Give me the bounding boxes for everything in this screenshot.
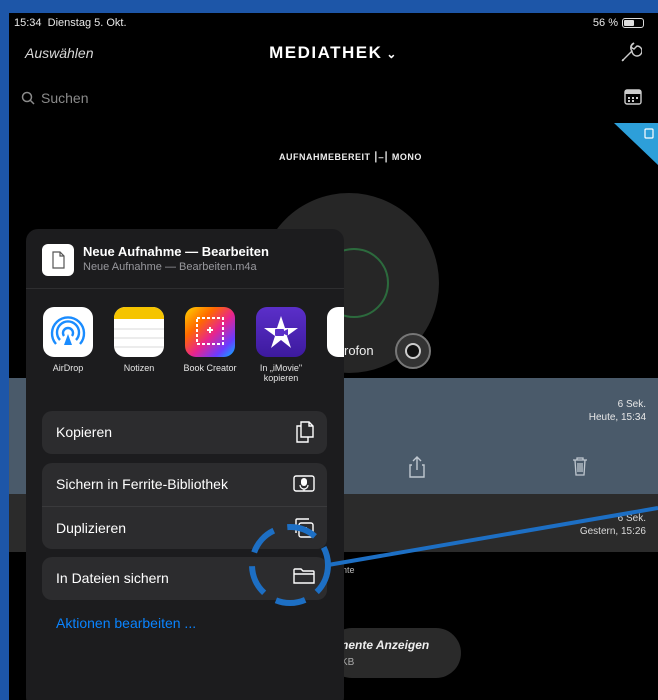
action-copy[interactable]: Kopieren <box>42 411 327 454</box>
notes-icon <box>114 307 164 357</box>
recording-meta: 6 Sek. Gestern, 15:26 <box>579 513 646 537</box>
action-label: Kopieren <box>56 424 113 440</box>
status-time: 15:34 Dienstag 5. Okt. <box>14 17 127 29</box>
show-all-label: nente Anzeigen <box>341 638 430 652</box>
corner-badge-icon[interactable] <box>614 121 658 165</box>
share-app-label: Notizen <box>123 363 155 373</box>
status-bar: 15:34 Dienstag 5. Okt. 56 % <box>9 13 658 33</box>
imovie-icon <box>256 307 306 357</box>
battery-indicator: 56 % <box>593 17 644 29</box>
share-app-notes[interactable]: Notizen <box>106 307 172 373</box>
chevron-down-icon: ⌄ <box>386 47 398 61</box>
nav-bar: Auswählen MEDIATHEK ⌄ <box>9 35 658 75</box>
microphone-label: rofon <box>344 343 374 358</box>
action-group-app: Sichern in Ferrite-Bibliothek Dupliziere… <box>42 463 327 549</box>
calendar-icon[interactable] <box>624 89 642 110</box>
recording-meta: 6 Sek. Heute, 15:34 <box>588 399 646 423</box>
share-app-label: Book Creator <box>183 363 237 373</box>
duplicate-icon <box>295 518 314 538</box>
copy-icon <box>296 421 314 443</box>
search-icon <box>21 91 35 105</box>
page-title[interactable]: MEDIATHEK ⌄ <box>9 43 658 63</box>
action-save-files[interactable]: In Dateien sichern <box>42 557 327 600</box>
ferrite-library-icon <box>293 475 315 492</box>
search-field[interactable]: Suchen <box>21 87 581 109</box>
app-icon-partial <box>327 307 344 357</box>
record-knob[interactable] <box>395 333 431 369</box>
trash-icon[interactable] <box>572 456 588 476</box>
action-label: Duplizieren <box>56 520 127 536</box>
action-duplicate[interactable]: Duplizieren <box>42 506 327 549</box>
share-file-title: Neue Aufnahme — Bearbeiten <box>83 244 269 259</box>
action-group-files: In Dateien sichern <box>42 557 327 600</box>
action-label: Sichern in Ferrite-Bibliothek <box>56 476 228 492</box>
battery-icon <box>622 18 644 28</box>
airdrop-icon <box>43 307 93 357</box>
search-placeholder: Suchen <box>41 90 89 106</box>
action-label: In Dateien sichern <box>56 570 169 586</box>
share-app-airdrop[interactable]: AirDrop <box>35 307 101 373</box>
record-status: AUFNAHMEBEREIT ⎮⎯⎮ MONO <box>279 152 422 162</box>
battery-percent: 56 % <box>592 17 618 29</box>
share-icon[interactable] <box>409 456 425 478</box>
action-group-copy: Kopieren <box>42 411 327 454</box>
share-app-imovie[interactable]: In „iMovie" kopieren <box>248 307 314 383</box>
share-app-label: AirDrop <box>52 363 84 373</box>
folder-icon <box>293 568 315 584</box>
share-app-label: In „iMovie" kopieren <box>259 363 303 383</box>
wrench-icon[interactable] <box>618 41 643 70</box>
edit-actions-link[interactable]: Aktionen bearbeiten ... <box>56 615 196 631</box>
share-app-book-creator[interactable]: Book Creator <box>177 307 243 373</box>
share-file-header: Neue Aufnahme — Bearbeiten Neue Aufnahme… <box>26 229 344 289</box>
document-icon <box>42 244 74 276</box>
share-app-partial[interactable] <box>319 307 344 357</box>
share-sheet: Neue Aufnahme — Bearbeiten Neue Aufnahme… <box>26 229 344 700</box>
show-all-button[interactable]: nente Anzeigen KB <box>327 628 461 678</box>
share-app-row: AirDrop Notizen Book Creator In „iMovie"… <box>26 307 344 397</box>
app-screen: 15:34 Dienstag 5. Okt. 56 % Auswählen ME… <box>9 13 658 700</box>
action-save-ferrite[interactable]: Sichern in Ferrite-Bibliothek <box>42 463 327 506</box>
share-file-subtitle: Neue Aufnahme — Bearbeiten.m4a <box>83 261 257 273</box>
book-creator-icon <box>185 307 235 357</box>
